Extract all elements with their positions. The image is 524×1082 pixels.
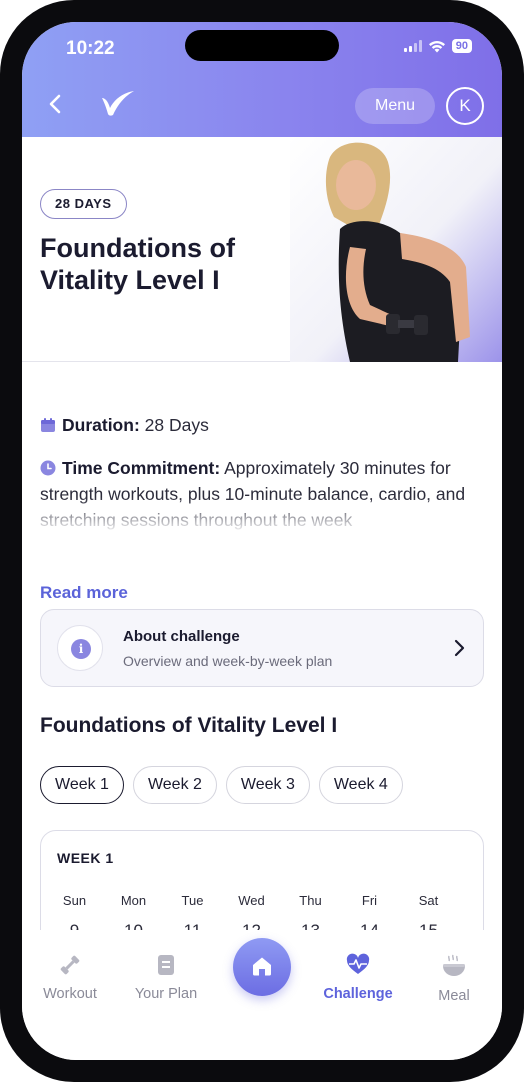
app-screen: 10:22 90 Menu K 28 DAYS Foundations of V…: [22, 22, 502, 1060]
bottom-navigation: Workout Your Plan Challenge Meal: [22, 930, 502, 1060]
challenge-hero: 28 DAYS Foundations of Vitality Level I: [22, 137, 502, 362]
program-title: Foundations of Vitality Level I: [40, 714, 338, 737]
tab-week-3[interactable]: Week 3: [225, 766, 310, 804]
nav-challenge[interactable]: Challenge: [320, 952, 396, 1002]
heartbeat-icon: [346, 953, 370, 974]
calendar-date[interactable]: 14: [340, 921, 399, 930]
header-bar: 10:22 90 Menu K: [22, 22, 502, 137]
nav-your-plan[interactable]: Your Plan: [130, 952, 202, 1002]
home-button[interactable]: [233, 938, 291, 996]
tab-week-2[interactable]: Week 2: [132, 766, 217, 804]
nav-workout[interactable]: Workout: [40, 952, 100, 1002]
info-icon: i: [57, 625, 103, 671]
document-icon: [158, 955, 174, 975]
calendar-date[interactable]: 12: [222, 921, 281, 930]
day-name: Thu: [299, 893, 322, 908]
status-time: 10:22: [66, 38, 115, 59]
nav-workout-label: Workout: [43, 986, 97, 1002]
calendar-date[interactable]: 10: [104, 921, 163, 930]
calendar-date[interactable]: 15: [399, 921, 458, 930]
about-challenge-title: About challenge: [123, 628, 240, 645]
about-challenge-subtitle: Overview and week-by-week plan: [123, 653, 333, 669]
nav-challenge-label: Challenge: [323, 986, 393, 1002]
duration-value: 28 Days: [144, 415, 209, 435]
day-name: Fri: [361, 893, 378, 908]
nav-meal-label: Meal: [438, 988, 470, 1004]
duration-badge: 28 DAYS: [40, 189, 127, 219]
calendar-date[interactable]: 9: [45, 921, 104, 930]
signal-icon: [403, 40, 422, 52]
battery-indicator: 90: [451, 39, 472, 53]
duration-row: Duration: 28 Days: [40, 412, 484, 438]
time-commitment-label: Time Commitment:: [62, 458, 221, 478]
avatar[interactable]: K: [446, 87, 484, 125]
day-name: Wed: [238, 893, 265, 908]
chevron-right-icon: [454, 639, 465, 657]
tab-week-4[interactable]: Week 4: [318, 766, 403, 804]
week-calendar-card: WEEK 1 Sun Mon Tue Wed Thu Fri Sat 9 10 …: [40, 830, 484, 930]
menu-button[interactable]: Menu: [355, 88, 435, 124]
status-icons: 90: [403, 39, 472, 53]
day-name: Sat: [418, 893, 439, 908]
calendar-date[interactable]: 11: [163, 921, 222, 930]
calendar-icon: [41, 418, 55, 432]
day-name: Sun: [62, 893, 87, 908]
day-name: Tue: [181, 893, 204, 908]
wifi-icon: [428, 40, 445, 52]
brand-logo-icon[interactable]: [100, 88, 136, 118]
duration-label: Duration:: [62, 415, 140, 435]
nav-your-plan-label: Your Plan: [134, 986, 198, 1002]
about-challenge-card[interactable]: i About challenge Overview and week-by-w…: [40, 609, 484, 687]
calendar-date[interactable]: 13: [281, 921, 340, 930]
challenge-title: Foundations of Vitality Level I: [40, 233, 235, 295]
day-name: Mon: [120, 893, 147, 908]
dynamic-island: [185, 30, 339, 61]
clock-icon: [40, 460, 56, 476]
back-arrow-icon[interactable]: [42, 90, 70, 118]
hero-trainer-image: [290, 137, 502, 362]
calendar-week-label: WEEK 1: [57, 850, 114, 866]
text-fade-overlay: [40, 497, 484, 547]
bowl-icon: [443, 954, 465, 976]
calendar-day-names: Sun Mon Tue Wed Thu Fri Sat: [45, 893, 481, 908]
home-icon: [253, 957, 271, 976]
read-more-link[interactable]: Read more: [40, 583, 128, 603]
phone-frame: 10:22 90 Menu K 28 DAYS Foundations of V…: [0, 0, 524, 1082]
calendar-dates: 9 10 11 12 13 14 15: [45, 921, 481, 930]
content-scroll[interactable]: 28 DAYS Foundations of Vitality Level I …: [22, 137, 502, 930]
dumbbell-icon: [60, 955, 80, 975]
week-tabs: Week 1 Week 2 Week 3 Week 4: [40, 766, 403, 804]
tab-week-1[interactable]: Week 1: [40, 766, 124, 804]
nav-meal[interactable]: Meal: [432, 952, 476, 1004]
